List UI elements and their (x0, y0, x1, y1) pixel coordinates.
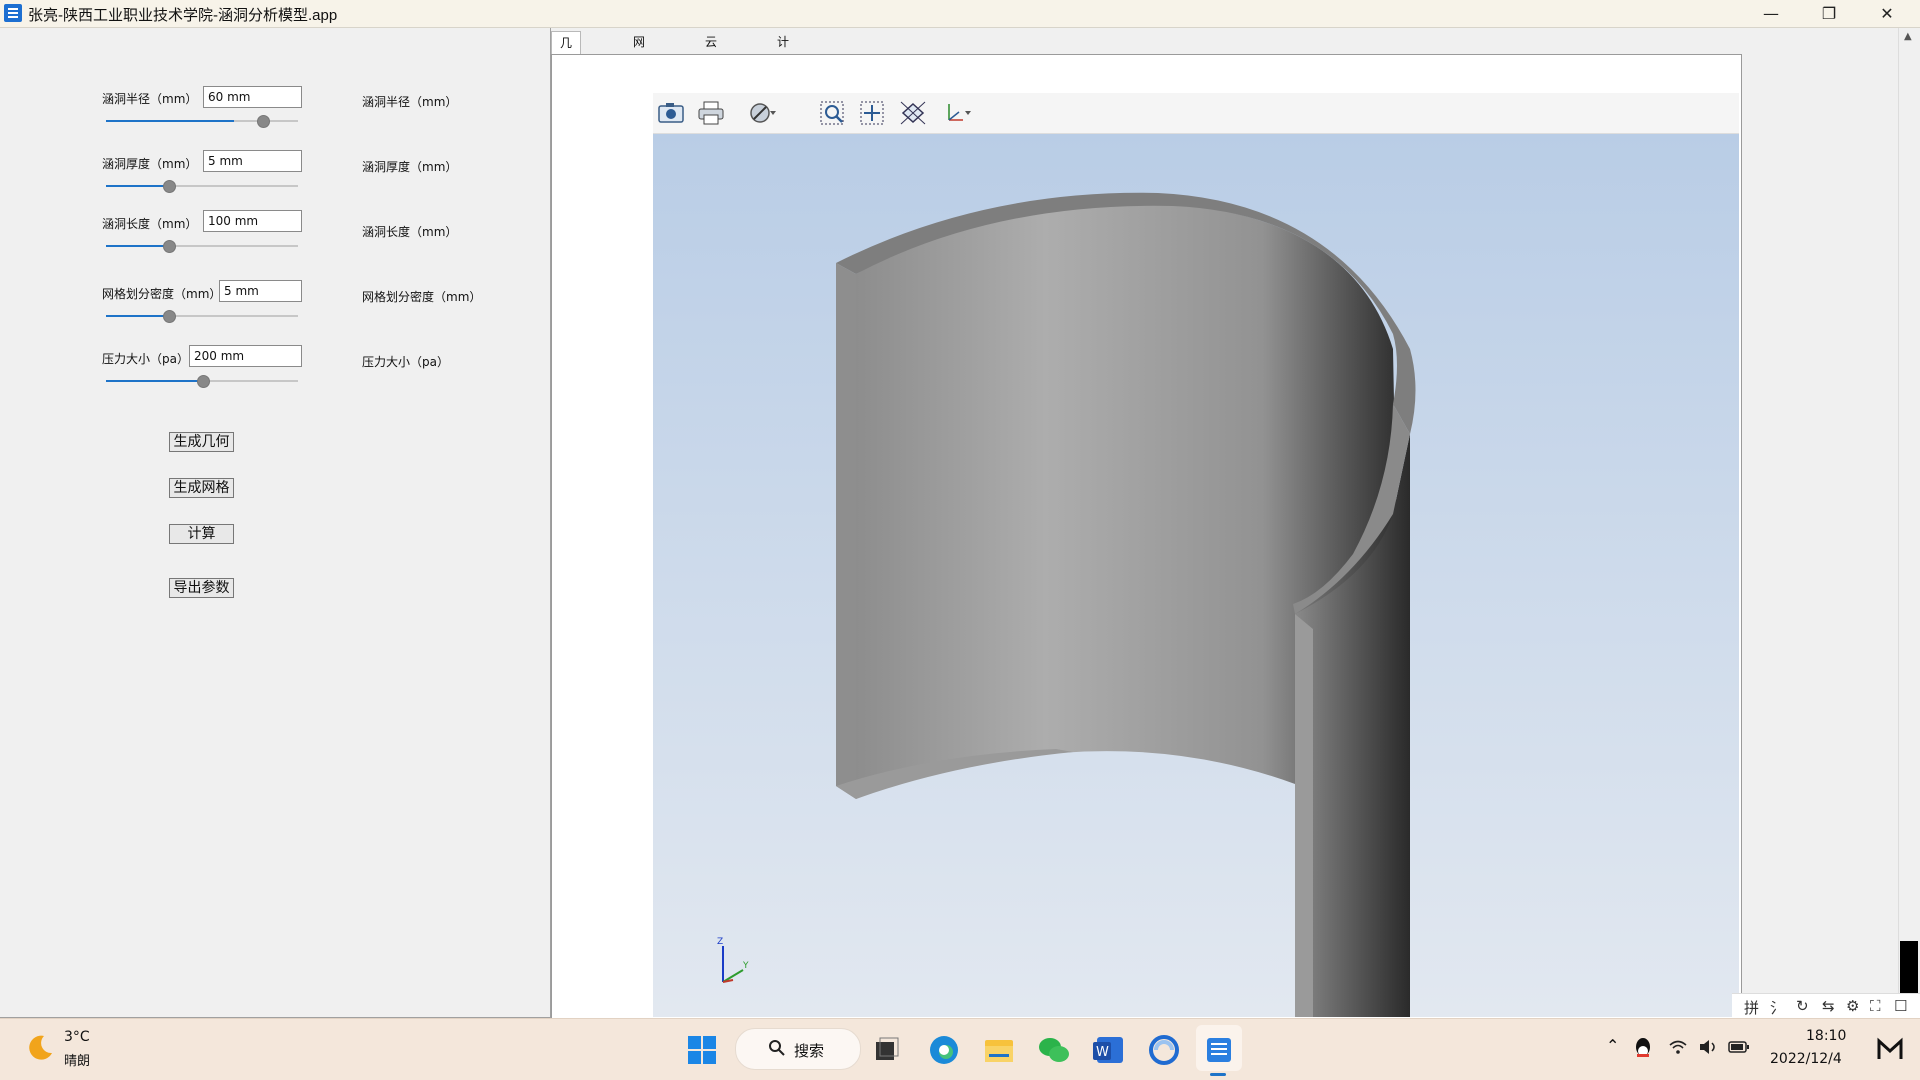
mesh-density-slider-thumb[interactable] (163, 310, 176, 323)
pressure-label: 压力大小（pa） (102, 352, 189, 366)
generate-mesh-button[interactable]: 生成网格 (169, 478, 234, 498)
ime-window-icon[interactable]: ☐ (1894, 997, 1907, 1015)
taskbar: 3°C 晴朗 搜索 W ⌃ 18:10 2022/12/4 (0, 1018, 1920, 1080)
wechat-icon[interactable] (1036, 1032, 1072, 1068)
culvert-model: Z Y (717, 192, 1416, 1017)
fit-icon[interactable] (899, 100, 927, 126)
mesh-density-input[interactable]: 5 mm (219, 280, 302, 302)
moon-icon[interactable] (26, 1033, 54, 1061)
parameter-panel: 涵洞半径（mm） 60 mm 涵洞半径（mm） 涵洞厚度（mm） 5 mm 涵洞… (0, 28, 551, 1018)
minimize-button[interactable]: — (1742, 0, 1800, 27)
radius-label: 涵洞半径（mm） (102, 92, 198, 106)
viewer-toolbar (653, 93, 1739, 134)
tab-compute[interactable]: 计算表单 (769, 31, 797, 115)
thickness-slider-thumb[interactable] (163, 180, 176, 193)
thickness-echo: 涵洞厚度（mm） (362, 160, 458, 174)
length-echo: 涵洞长度（mm） (362, 225, 458, 239)
volume-icon[interactable] (1698, 1039, 1718, 1055)
clock-time[interactable]: 18:10 (1806, 1028, 1846, 1044)
windows-start-icon[interactable] (684, 1032, 720, 1068)
mesh-density-echo: 网格划分密度（mm） (362, 290, 482, 304)
tab-geometry[interactable]: 几何表单 (551, 31, 582, 116)
radius-slider-thumb[interactable] (257, 115, 270, 128)
scroll-up-arrow-icon[interactable]: ▲ (1904, 31, 1912, 42)
ime-fullscreen-icon[interactable]: ⛶ (1870, 997, 1881, 1015)
length-slider[interactable] (106, 240, 298, 253)
notification-icon[interactable] (1876, 1035, 1904, 1063)
length-label: 涵洞长度（mm） (102, 217, 198, 231)
triad-z-label: Z (717, 937, 723, 947)
zoom-box-icon[interactable] (819, 100, 847, 126)
ime-rotate-icon[interactable]: ↻ (1796, 997, 1809, 1015)
weather-temp[interactable]: 3°C (64, 1029, 90, 1045)
file-explorer-icon[interactable] (981, 1032, 1017, 1068)
thickness-label: 涵洞厚度（mm） (102, 157, 198, 171)
thickness-slider-fill (106, 185, 169, 187)
generate-geometry-button[interactable]: 生成几何 (169, 432, 234, 452)
culvert-app-icon[interactable] (1201, 1032, 1237, 1068)
mesh-density-slider-fill (106, 315, 169, 317)
battery-icon[interactable] (1728, 1039, 1750, 1055)
window-title: 张亮-陕西工业职业技术学院-涵洞分析模型.app (28, 7, 338, 24)
tab-mesh[interactable]: 网格表单 (625, 31, 653, 115)
radius-slider-fill (106, 120, 234, 122)
tab-contour[interactable]: 云图表单 (697, 31, 725, 115)
pressure-slider-thumb[interactable] (197, 375, 210, 388)
title-bar: 张亮-陕西工业职业技术学院-涵洞分析模型.app — ❐ ✕ (0, 0, 1920, 28)
close-button[interactable]: ✕ (1858, 0, 1916, 27)
task-view-icon[interactable] (868, 1032, 904, 1068)
compute-button[interactable]: 计算 (169, 524, 234, 544)
word-icon[interactable]: W (1091, 1032, 1127, 1068)
clock-date[interactable]: 2022/12/4 (1770, 1051, 1842, 1067)
ime-punct-icon[interactable]: ⺡ (1770, 997, 1785, 1018)
edge-icon[interactable] (926, 1032, 962, 1068)
svg-text:W: W (1096, 1045, 1109, 1060)
camera-icon[interactable] (657, 100, 685, 126)
radius-echo: 涵洞半径（mm） (362, 95, 458, 109)
app-swirl-icon[interactable] (1146, 1032, 1182, 1068)
hide-icon[interactable] (749, 100, 777, 126)
radius-input[interactable]: 60 mm (203, 86, 302, 108)
3d-viewer: Z Y (653, 93, 1739, 1017)
active-app-indicator (1210, 1073, 1226, 1076)
pressure-slider-fill (106, 380, 202, 382)
export-params-button[interactable]: 导出参数 (169, 578, 234, 598)
tray-chevron-up-icon[interactable]: ⌃ (1606, 1036, 1619, 1055)
search-label: 搜索 (794, 1042, 825, 1060)
thickness-input[interactable]: 5 mm (203, 150, 302, 172)
ime-settings-icon[interactable]: ⚙ (1846, 997, 1859, 1015)
pressure-slider[interactable] (106, 375, 298, 388)
axes-icon[interactable] (943, 100, 971, 126)
thickness-slider[interactable] (106, 180, 298, 193)
mesh-density-label: 网格划分密度（mm） (102, 287, 222, 301)
app-icon (4, 4, 22, 22)
length-slider-fill (106, 245, 169, 247)
restore-button[interactable]: ❐ (1800, 0, 1858, 27)
search-icon (769, 1040, 785, 1056)
ime-pinyin-icon[interactable]: 拼 (1744, 997, 1759, 1018)
radius-slider[interactable] (106, 115, 298, 128)
wifi-icon[interactable] (1668, 1039, 1688, 1055)
triad-y-label: Y (742, 961, 749, 971)
pressure-input[interactable]: 200 mm (189, 345, 302, 367)
pan-icon[interactable] (859, 100, 887, 126)
weather-desc[interactable]: 晴朗 (64, 1050, 90, 1069)
mesh-density-slider[interactable] (106, 310, 298, 323)
qq-icon[interactable] (1634, 1037, 1652, 1059)
length-input[interactable]: 100 mm (203, 210, 302, 232)
length-slider-thumb[interactable] (163, 240, 176, 253)
ime-switch-icon[interactable]: ⇆ (1822, 997, 1835, 1015)
print-icon[interactable] (697, 100, 725, 126)
pressure-echo: 压力大小（pa） (362, 355, 449, 369)
ime-toolbar: 拼 ⺡ ↻ ⇆ ⚙ ⛶ ☐ (1732, 993, 1920, 1018)
viewport[interactable]: Z Y (653, 134, 1739, 1017)
vertical-scrollbar[interactable]: ▲ (1898, 28, 1920, 1018)
